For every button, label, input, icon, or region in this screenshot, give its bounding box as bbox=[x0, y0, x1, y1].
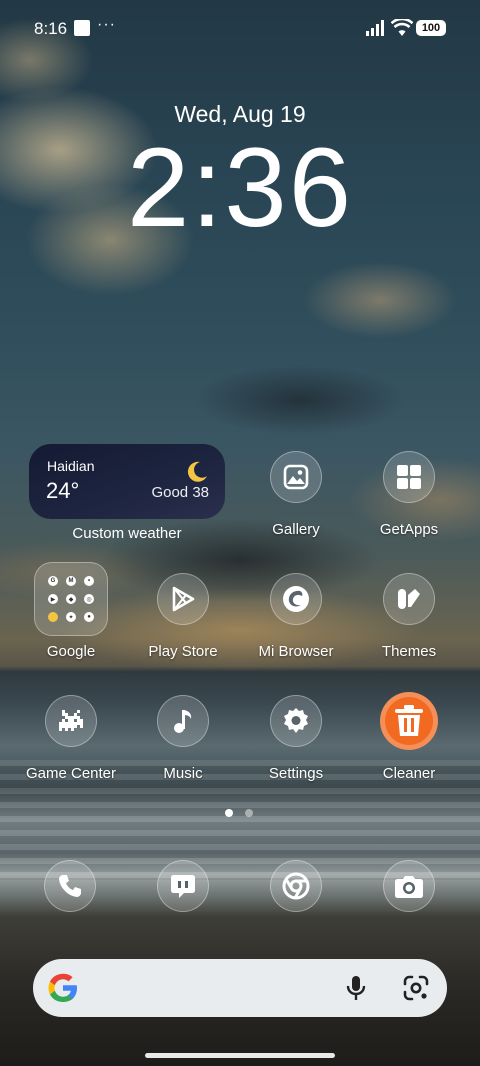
app-game-center[interactable]: Game Center bbox=[16, 695, 126, 782]
app-label: Music bbox=[163, 765, 203, 782]
clock-widget[interactable]: 2:36 bbox=[0, 132, 480, 244]
moon-icon bbox=[187, 461, 207, 482]
app-label: Cleaner bbox=[382, 765, 436, 782]
wifi-icon bbox=[391, 19, 413, 36]
status-time: 8:16 bbox=[34, 19, 68, 38]
app-label: Themes bbox=[381, 643, 437, 660]
app-label: Gallery bbox=[272, 521, 320, 538]
battery-icon: 100 bbox=[416, 20, 446, 36]
youtube-mini-icon: ▶ bbox=[48, 594, 58, 604]
signal-icon bbox=[366, 20, 384, 36]
weather-air-quality: Good 38 bbox=[151, 484, 209, 501]
dock-camera[interactable] bbox=[383, 860, 435, 912]
more-notifications-indicator: ··· bbox=[97, 16, 116, 33]
microphone-icon[interactable] bbox=[345, 975, 367, 1001]
mi-browser-icon bbox=[270, 573, 322, 625]
app-getapps[interactable]: GetApps bbox=[354, 451, 464, 538]
phone-icon bbox=[59, 875, 81, 897]
dock-phone[interactable] bbox=[44, 860, 96, 912]
weather-widget[interactable]: Haidian 24° Good 38 bbox=[29, 444, 225, 519]
messages-icon bbox=[171, 875, 195, 898]
chrome-icon bbox=[282, 872, 310, 900]
app-label: Play Store bbox=[148, 643, 218, 660]
page-dot-active[interactable] bbox=[225, 809, 233, 817]
notification-square-icon bbox=[74, 20, 90, 36]
google-logo-icon bbox=[48, 973, 77, 1002]
game-center-icon bbox=[45, 695, 97, 747]
page-dot[interactable] bbox=[245, 809, 253, 817]
lockscreen-date[interactable]: Wed, Aug 19 bbox=[0, 101, 480, 128]
folder-google[interactable]: G M • ▶ ◆ ◎ ✦ ● Google bbox=[16, 562, 126, 660]
files-mini-icon bbox=[48, 612, 58, 622]
google-app-mini-icon: G bbox=[48, 576, 58, 586]
gallery-icon bbox=[270, 451, 322, 503]
maps-mini-icon: ◆ bbox=[66, 594, 76, 604]
settings-icon bbox=[270, 695, 322, 747]
assistant-mini-icon: • bbox=[84, 576, 94, 586]
google-search-bar[interactable] bbox=[33, 959, 447, 1017]
play-store-icon bbox=[157, 573, 209, 625]
app-label: GetApps bbox=[379, 521, 439, 538]
cleaner-icon bbox=[380, 692, 438, 750]
page-indicator[interactable] bbox=[225, 809, 253, 817]
contacts-mini-icon: ● bbox=[84, 612, 94, 622]
app-play-store[interactable]: Play Store bbox=[128, 573, 238, 660]
lens-mini-icon: ◎ bbox=[84, 594, 94, 604]
app-themes[interactable]: Themes bbox=[354, 573, 464, 660]
app-label: Mi Browser bbox=[258, 643, 334, 660]
app-cleaner[interactable]: Cleaner bbox=[354, 692, 464, 782]
camera-icon bbox=[395, 876, 423, 898]
dock-chrome[interactable] bbox=[270, 860, 322, 912]
status-bar: 8:16 ··· 100 bbox=[0, 0, 480, 56]
app-music[interactable]: Music bbox=[128, 695, 238, 782]
weather-temperature: 24° bbox=[46, 478, 80, 503]
photos-mini-icon: ✦ bbox=[66, 612, 76, 622]
google-lens-icon[interactable] bbox=[403, 975, 429, 1001]
gesture-navigation-bar[interactable] bbox=[145, 1053, 335, 1058]
app-label: Google bbox=[46, 643, 96, 660]
getapps-icon bbox=[383, 451, 435, 503]
app-settings[interactable]: Settings bbox=[241, 695, 351, 782]
app-gallery[interactable]: Gallery bbox=[241, 451, 351, 538]
gmail-mini-icon: M bbox=[66, 576, 76, 586]
app-label: Settings bbox=[268, 765, 324, 782]
app-label: Game Center bbox=[25, 765, 117, 782]
google-folder-icon: G M • ▶ ◆ ◎ ✦ ● bbox=[34, 562, 108, 636]
weather-city: Haidian bbox=[47, 458, 95, 474]
themes-icon bbox=[383, 573, 435, 625]
weather-widget-label: Custom weather bbox=[72, 525, 182, 542]
dock-messages[interactable] bbox=[157, 860, 209, 912]
music-icon bbox=[157, 695, 209, 747]
app-mi-browser[interactable]: Mi Browser bbox=[241, 573, 351, 660]
